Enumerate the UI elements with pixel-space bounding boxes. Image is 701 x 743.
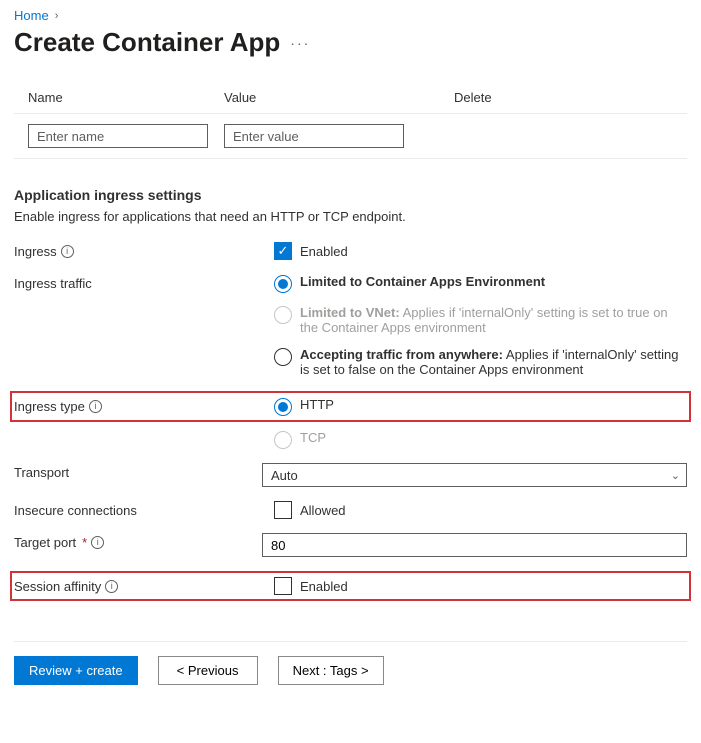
breadcrumb: Home › — [14, 8, 687, 23]
page-title: Create Container App — [14, 27, 280, 58]
more-actions-icon[interactable]: ··· — [290, 35, 310, 51]
traffic-anywhere-radio[interactable] — [274, 348, 292, 366]
traffic-limited-vnet-radio — [274, 306, 292, 324]
insecure-label: Insecure connections — [14, 503, 137, 518]
target-port-label: Target port — [14, 535, 76, 550]
info-icon[interactable]: i — [61, 245, 74, 258]
ingress-heading: Application ingress settings — [14, 187, 687, 203]
ingress-label: Ingress — [14, 244, 57, 259]
traffic-limited-vnet-label: Limited to VNet: — [300, 305, 400, 320]
transport-value: Auto — [271, 468, 298, 483]
chevron-right-icon: › — [55, 10, 59, 22]
column-header-name: Name — [14, 90, 224, 105]
ingress-traffic-label: Ingress traffic — [14, 276, 92, 291]
env-value-input[interactable] — [224, 124, 404, 148]
ingress-subtext: Enable ingress for applications that nee… — [14, 209, 687, 224]
env-var-row — [14, 114, 687, 159]
ingress-type-highlight: Ingress type i HTTP — [10, 391, 691, 422]
session-affinity-checkbox[interactable] — [274, 577, 292, 595]
footer-bar: Review + create < Previous Next : Tags > — [14, 641, 687, 685]
previous-button[interactable]: < Previous — [158, 656, 258, 685]
info-icon[interactable]: i — [105, 580, 118, 593]
insecure-allowed-label: Allowed — [300, 503, 346, 518]
next-button[interactable]: Next : Tags > — [278, 656, 384, 685]
ingress-type-http-label: HTTP — [300, 397, 334, 412]
chevron-down-icon: ⌄ — [671, 469, 680, 482]
ingress-enabled-checkbox[interactable]: ✓ — [274, 242, 292, 260]
transport-select[interactable]: Auto ⌄ — [262, 463, 687, 487]
review-create-button[interactable]: Review + create — [14, 656, 138, 685]
traffic-limited-env-radio[interactable] — [274, 275, 292, 293]
traffic-anywhere-label: Accepting traffic from anywhere: — [300, 347, 503, 362]
target-port-input[interactable] — [262, 533, 687, 557]
session-affinity-highlight: Session affinity i Enabled — [10, 571, 691, 601]
session-affinity-label: Session affinity — [14, 579, 101, 594]
breadcrumb-home[interactable]: Home — [14, 8, 49, 23]
ingress-type-http-radio[interactable] — [274, 398, 292, 416]
env-vars-header: Name Value Delete — [14, 80, 687, 114]
required-asterisk: * — [82, 535, 87, 550]
env-name-input[interactable] — [28, 124, 208, 148]
transport-label: Transport — [14, 465, 69, 480]
traffic-limited-env-label: Limited to Container Apps Environment — [300, 274, 545, 289]
session-affinity-enabled-label: Enabled — [300, 579, 348, 594]
column-header-delete: Delete — [454, 90, 687, 105]
ingress-enabled-label: Enabled — [300, 244, 348, 259]
column-header-value: Value — [224, 90, 454, 105]
info-icon[interactable]: i — [91, 536, 104, 549]
insecure-allowed-checkbox[interactable] — [274, 501, 292, 519]
ingress-type-tcp-label: TCP — [300, 430, 326, 445]
info-icon[interactable]: i — [89, 400, 102, 413]
ingress-type-tcp-radio — [274, 431, 292, 449]
ingress-type-label: Ingress type — [14, 399, 85, 414]
